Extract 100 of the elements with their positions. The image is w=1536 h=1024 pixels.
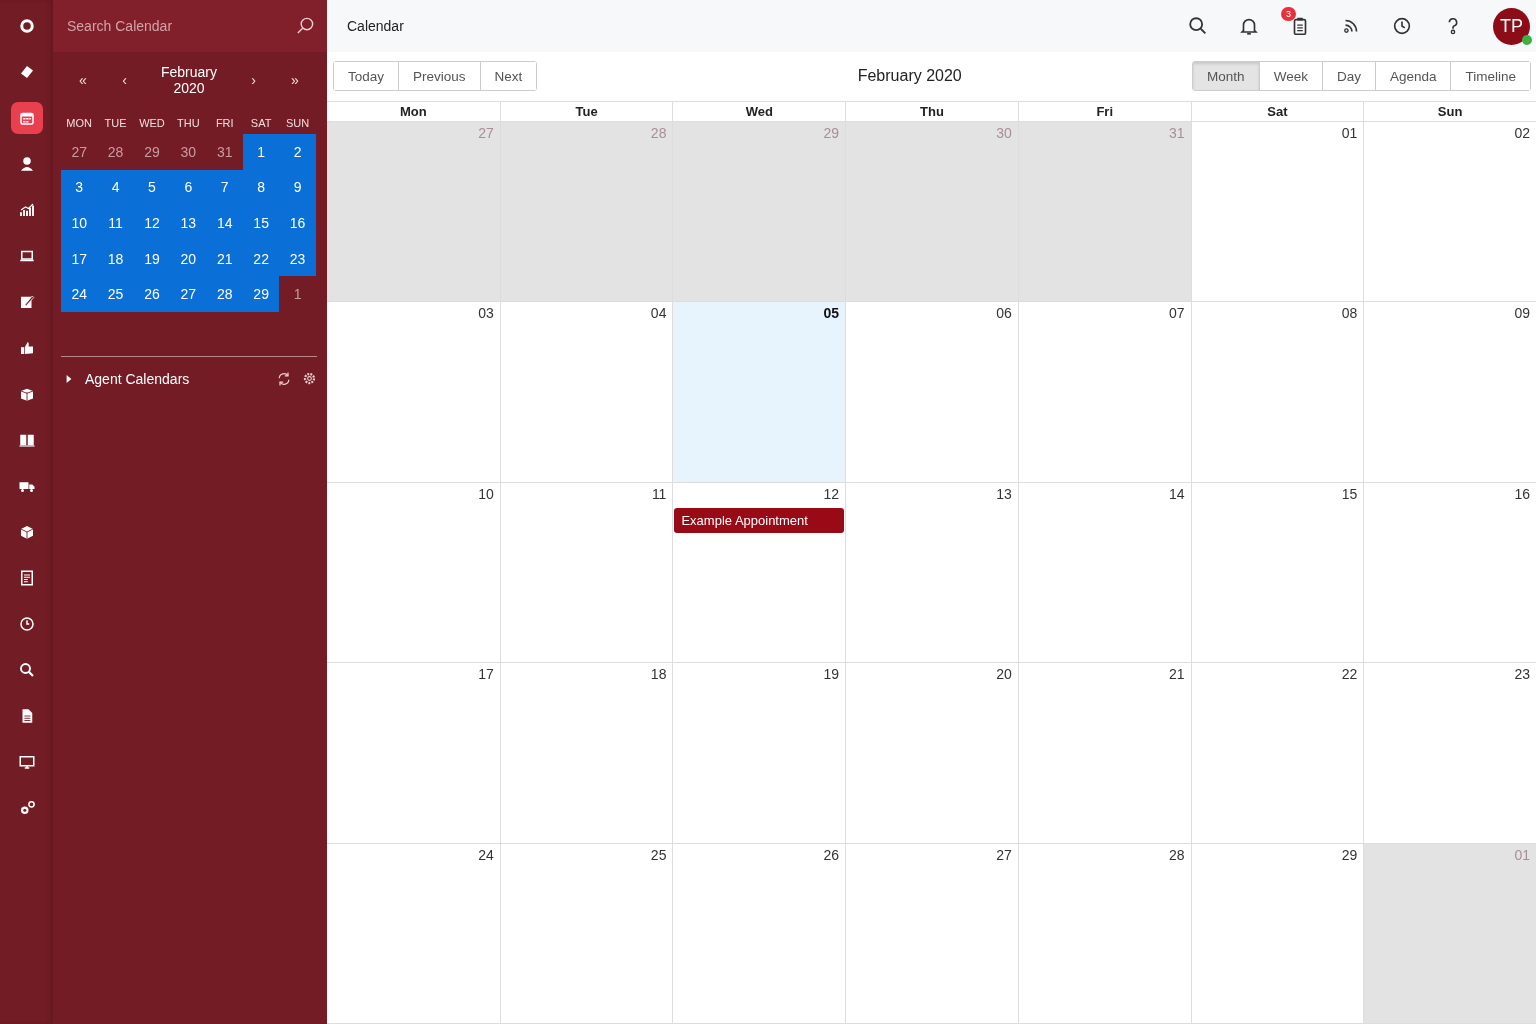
view-tab[interactable]: Timeline [1450,62,1530,90]
day-cell[interactable]: 31 [206,134,243,170]
agent-calendars-label[interactable]: Agent Calendars [85,370,266,387]
day-cell[interactable]: 17 [327,663,500,843]
day-cell[interactable]: 27 [170,276,207,312]
day-cell[interactable]: 11 [499,482,673,663]
day-number: 01 [1341,125,1358,141]
day-cell[interactable]: 10 [61,205,98,241]
day-cell[interactable]: 9 [279,169,316,206]
day-number: 21 [1169,666,1185,683]
day-cell[interactable]: 09 [1363,302,1536,482]
day-number: 17 [478,666,494,683]
day-cell[interactable]: 20 [170,240,207,277]
next-nav-button[interactable]: › [241,72,266,88]
day-cell[interactable]: 20 [845,663,1018,843]
nav-button[interactable]: Next [479,62,537,90]
day-cell[interactable]: 30 [170,134,207,170]
day-cell[interactable]: 4 [97,169,134,206]
day-cell[interactable]: 14 [1017,482,1191,663]
clock-icon[interactable] [1391,15,1413,37]
day-number: 16 [1514,485,1530,502]
clock-icon [17,615,36,633]
search-field[interactable]: Search Calendar [53,0,327,52]
weekday-header: Thu [845,102,1018,121]
appointment-event[interactable]: Example Appointment [674,507,845,533]
day-cell[interactable]: 08 [1190,302,1364,482]
settings-icon[interactable] [302,371,317,387]
chart-icon [17,201,36,219]
weekday-label: MON [65,116,94,131]
monitor-icon [17,753,36,771]
day-number: 10 [478,485,494,502]
last-nav-button[interactable]: » [283,72,307,88]
day-cell[interactable]: 1 [242,134,280,170]
day-cell[interactable]: 13 [845,482,1018,663]
first-nav-button[interactable]: « [71,72,95,88]
day-cell[interactable]: 16 [1363,482,1536,663]
day-cell[interactable]: 25 [97,276,134,312]
day-number: 09 [1514,305,1530,322]
caret-icon[interactable] [65,374,73,383]
refresh-icon[interactable] [276,370,292,387]
day-cell[interactable]: 13 [170,205,207,241]
day-cell[interactable]: 02 [1363,122,1536,302]
day-cell[interactable]: 12 [133,205,171,241]
search-icon [17,661,36,679]
month-title[interactable]: February 2020 [154,64,224,96]
day-cell[interactable]: 19 [672,663,846,843]
day-cell[interactable]: 2 [279,134,316,170]
day-number: 25 [650,846,667,863]
day-cell[interactable]: 29 [242,276,280,312]
day-cell[interactable]: 23 [1363,663,1536,843]
weekday-header: Sun [1363,102,1536,121]
user-avatar[interactable]: TP [1493,7,1530,45]
weekday-label: THU [176,116,201,131]
day-cell[interactable]: 26 [133,276,171,312]
day-cell[interactable]: 06 [845,302,1018,482]
previous-nav-button[interactable]: ‹ [112,72,137,88]
day-cell[interactable]: 26 [672,843,846,1023]
weekday-header: Wed [672,102,846,121]
day-cell[interactable]: 27 [61,134,98,170]
weekday-header: Mon [399,103,428,121]
view-tab[interactable]: Month [1193,62,1259,90]
day-cell[interactable]: 18 [499,663,673,843]
day-cell[interactable]: 5 [133,169,171,206]
day-cell[interactable]: 23 [279,240,316,277]
day-cell[interactable]: 3 [61,169,98,206]
day-cell[interactable]: 24 [61,276,98,312]
day-cell[interactable]: 28 [1017,843,1191,1023]
day-cell[interactable]: 11 [97,205,134,241]
day-cell[interactable]: 15 [1190,482,1364,663]
day-cell[interactable]: 12 Example Appointment [672,482,846,663]
day-cell[interactable]: 27 [845,843,1018,1023]
day-cell[interactable]: 1 [279,276,316,312]
day-number: 04 [650,305,667,322]
day-cell[interactable]: 21 [1017,663,1191,843]
day-cell[interactable]: 05 [672,302,846,482]
day-cell[interactable]: 24 [327,843,500,1023]
day-cell[interactable]: 14 [206,205,243,241]
day-number: 29 [1341,846,1358,863]
day-cell[interactable]: 28 [206,276,243,312]
day-cell[interactable]: 07 [1017,302,1191,482]
search-icon[interactable] [296,16,315,35]
day-cell[interactable]: 10 [327,482,500,663]
weekday-header: Tue [499,102,673,121]
day-cell[interactable]: 22 [1190,663,1364,843]
day-cell[interactable]: 16 [279,205,316,241]
day-cell[interactable]: 6 [170,169,207,206]
day-cell[interactable]: 28 [97,134,134,170]
search-icon[interactable] [1187,15,1209,37]
day-number: 27 [996,846,1012,863]
day-cell[interactable]: 03 [327,302,500,482]
day-cell[interactable]: 01 [1190,122,1364,302]
day-cell[interactable]: 25 [499,843,673,1023]
day-cell[interactable]: 7 [206,169,243,206]
rail-button[interactable] [10,102,43,134]
day-cell[interactable]: 18 [97,240,134,277]
day-cell[interactable]: 17 [61,240,98,277]
day-cell[interactable]: 29 [133,134,171,170]
day-number: 20 [996,666,1012,683]
day-number: 07 [1169,305,1185,322]
day-cell[interactable]: 15 [242,205,280,241]
